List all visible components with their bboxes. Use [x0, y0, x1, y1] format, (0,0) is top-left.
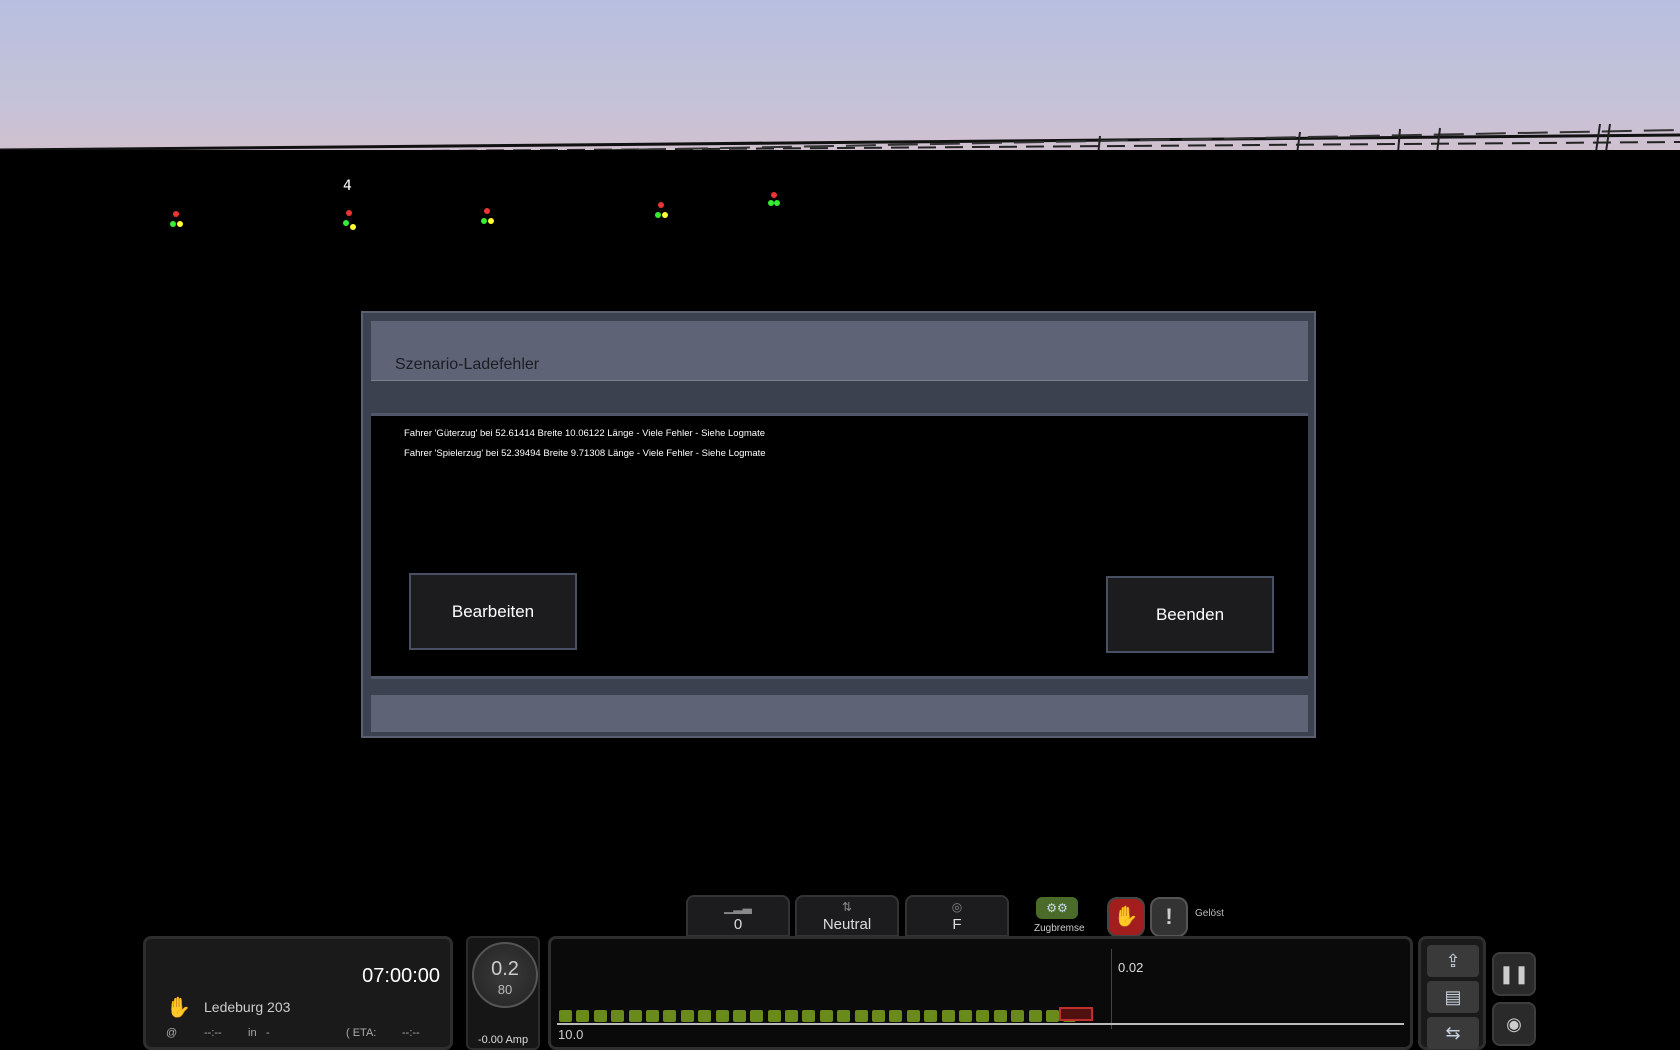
wagon [837, 1010, 851, 1022]
wagon [976, 1010, 990, 1022]
wagon [715, 1010, 729, 1022]
throttle-value: 0 [733, 916, 743, 933]
wagon [924, 1010, 938, 1022]
signal-light [652, 196, 672, 236]
couple-icon[interactable]: ⇆ [1427, 1017, 1479, 1049]
info-panel: 07:00:00 ✋ Ledeburg 203 @ --:-- in - ( E… [143, 936, 453, 1050]
wagon [559, 1010, 572, 1022]
reverser-value: Neutral [822, 916, 872, 933]
mode-icon: ◎ [951, 900, 963, 914]
signal-bars-icon: ▁▂▃ [724, 900, 752, 914]
reverser-control[interactable]: ⇅ Neutral [795, 895, 899, 937]
action-cluster: ⇪ ▤ ⇆ [1418, 936, 1486, 1050]
wagon [889, 1010, 903, 1022]
scenario-error-dialog: Szenario-Ladefehler Fahrer 'Güterzug' be… [361, 311, 1316, 738]
error-message: Fahrer 'Güterzug' bei 52.61414 Breite 10… [404, 428, 765, 439]
wagon [698, 1010, 712, 1022]
in-value: - [266, 1027, 270, 1039]
wagon [941, 1010, 955, 1022]
wagon [645, 1010, 659, 1022]
wagon [993, 1010, 1007, 1022]
brake-icon[interactable]: ⚙⚙ [1036, 897, 1078, 919]
alert-icon[interactable]: ! [1150, 897, 1188, 937]
at-symbol: @ [166, 1027, 178, 1039]
speedometer: 0.2 80 [472, 942, 538, 1008]
wagon [767, 1010, 781, 1022]
eta-label: ( ETA: [346, 1027, 377, 1039]
at-value: --:-- [204, 1027, 222, 1039]
eta-value: --:-- [402, 1027, 420, 1039]
locomotive [1059, 1007, 1093, 1021]
in-label: in [248, 1027, 257, 1039]
wagon [663, 1010, 677, 1022]
speed-gauge-panel: 0.2 80 -0.00 Amp [466, 936, 540, 1050]
upload-icon[interactable]: ⇪ [1427, 945, 1479, 977]
mode-control[interactable]: ◎ F [905, 895, 1009, 937]
distance-label: 0.02 [1118, 960, 1144, 975]
error-message: Fahrer 'Spielerzug' bei 52.39494 Breite … [404, 448, 766, 459]
signal-light [765, 186, 785, 226]
wagon [593, 1010, 607, 1022]
wagon [958, 1010, 972, 1022]
dialog-body: Fahrer 'Güterzug' bei 52.61414 Breite 10… [371, 413, 1308, 679]
dialog-header: Szenario-Ladefehler [371, 321, 1308, 381]
clock: 07:00:00 [362, 965, 440, 987]
dialog-title: Szenario-Ladefehler [395, 356, 540, 373]
wagon [854, 1010, 868, 1022]
mode-value: F [952, 916, 962, 933]
edit-button[interactable]: Bearbeiten [409, 573, 577, 650]
wagon [1045, 1010, 1059, 1022]
game-viewport: 4 Szenario-Ladefehler Fahrer 'Güterzug' … [0, 0, 1680, 1050]
track-monitor: 0.02 10.0 [548, 936, 1413, 1050]
wagon [819, 1010, 833, 1022]
train-consist [559, 1009, 1081, 1022]
speed-limit: 80 [497, 982, 513, 997]
quit-button[interactable]: Beenden [1106, 576, 1274, 653]
dialog-footer [371, 695, 1308, 732]
wagon [576, 1010, 590, 1022]
wagon [732, 1010, 746, 1022]
wagon [750, 1010, 764, 1022]
wagon [1028, 1010, 1042, 1022]
brake-label: Zugbremse [1034, 923, 1085, 934]
track-line [557, 1023, 1404, 1025]
signal-light [168, 205, 188, 245]
brake-state: Gelöst [1195, 908, 1224, 919]
location-label: Ledeburg 203 [204, 999, 291, 1015]
wagon [1011, 1010, 1025, 1022]
throttle-control[interactable]: ▁▂▃ 0 [686, 895, 790, 937]
signal-number: 4 [343, 178, 352, 194]
position-marker [1111, 949, 1112, 1029]
wagon [872, 1010, 886, 1022]
wagon [802, 1010, 816, 1022]
signal-light [340, 202, 360, 242]
wagon [628, 1010, 642, 1022]
save-icon[interactable]: ▤ [1427, 981, 1479, 1013]
speed-value: 0.2 [491, 958, 519, 980]
wagon [906, 1010, 920, 1022]
wagon [785, 1010, 799, 1022]
wagon [680, 1010, 694, 1022]
reverser-icon: ⇅ [841, 900, 853, 914]
hand-small-icon: ✋ [166, 997, 191, 1019]
camera-icon[interactable]: ◉ [1492, 1002, 1536, 1046]
scale-label: 10.0 [558, 1027, 584, 1042]
hand-icon[interactable]: ✋ [1107, 897, 1145, 937]
pause-icon[interactable]: ❚❚ [1492, 952, 1536, 996]
wagon [611, 1010, 625, 1022]
signal-light [478, 202, 498, 242]
amperage: -0.00 Amp [477, 1034, 529, 1046]
